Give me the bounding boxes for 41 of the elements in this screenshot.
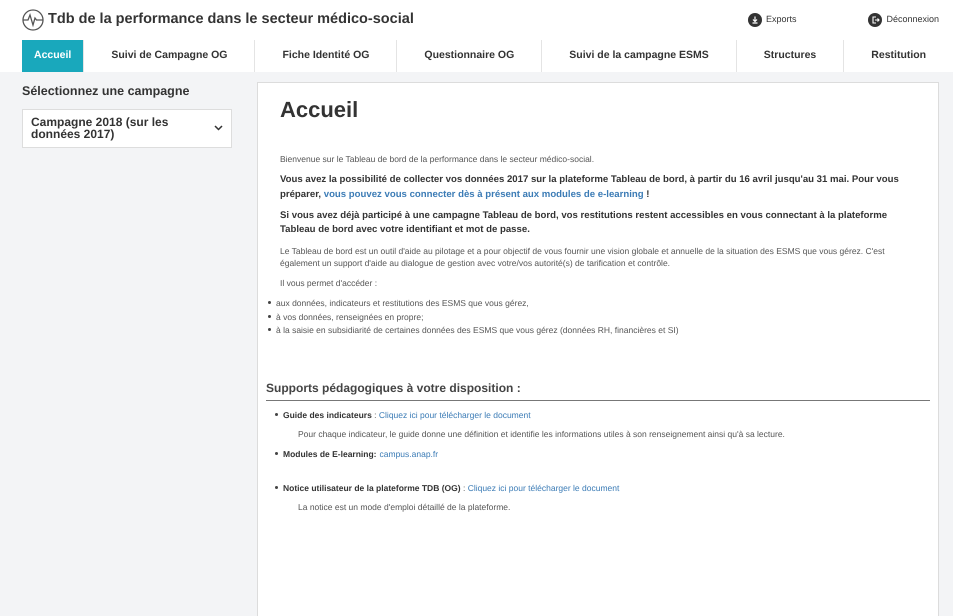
elearning-link[interactable]: vous pouvez vous connecter dès à présent aux modules de e-learning (324, 188, 644, 200)
resource-description: Pour chaque indicateur, le guide donne une définition et identifie les informations utiles à son renseignement ainsi qu'à sa lecture. (298, 428, 786, 441)
content-panel: Accueil Bienvenue sur le Tableau de bord de la performance dans le secteur médico-social. Vous avez la possibilité de collecter vos données 2017 sur la plateforme Tableau de bord, à partir du 16 avril jusqu'au 31 mai. Pour vous préparer, vous pouvez vous connecter dès à présent aux modules de e-learning ! Si vous avez déjà participé à une campagne Tableau de bord, vos restitutions restent accessibles en vous connectant à la plateforme Tableau de bord avec votre identifiant et mot de passe. Le Tableau de bord est un outil d'aide au pilotage et a pour objectif de vous fournir une vision globale et annuelle de la situation des ESMS que vous gérez. C'est également un support d'aide au dialogue de gestion avec votre/vos autorité(s) de tarification et contrôle. Il vous permet d'accéder : aux données, indicateurs et restitutions des ESMS que vous gérez, à vos données, renseignées en propre; à la saisie en subsidiarité de certaines données des ESMS que vous gérez (données RH, financières et SI) Supports pédagogiques à votre disposition : Guide des indicateurs : Cliquez ici pour télécharger le document Pour chaque indicateur, le guide donne une définition et identifie les informations utiles à son renseignement ainsi qu'à sa lecture. Modules de E-learning: campus.anap.fr Notice utilisateur de la plateforme TDB (OG) : Cliquez ici pour télécharger le document La notice est un mode d'emploi détaillé de la plateforme. (257, 82, 939, 616)
list-item-text: à vos données, renseignées en propre; (276, 310, 424, 324)
nav-tab[interactable]: Suivi de la campagne ESMS (542, 40, 737, 72)
bullet-icon (275, 413, 278, 416)
bullet-icon (268, 314, 271, 318)
resource-label: Modules de E-learning: (283, 448, 377, 460)
download-link[interactable]: campus.anap.fr (380, 448, 438, 460)
list-item-text: à la saisie en subsidiarité de certaines données des ESMS que vous gérez (données RH, financières et SI) (276, 324, 679, 338)
list-item-text: aux données, indicateurs et restitutions des ESMS que vous gérez, (276, 296, 529, 310)
bullet-icon (275, 452, 278, 455)
paragraph: Vous avez la possibilité de collecter vos données 2017 sur la plateforme Tableau de bord, à partir du 16 avril jusqu'au 31 mai. Pour vous préparer, vous pouvez vous connecter dès à présent aux modules de e-learning ! (280, 173, 900, 202)
page-heading: Accueil (280, 97, 360, 124)
heartbeat-logo-icon (22, 9, 44, 31)
nav-tab[interactable]: Fiche Identité OG (255, 40, 398, 72)
download-link[interactable]: Cliquez ici pour télécharger le document (468, 482, 620, 496)
paragraph: Bienvenue sur le Tableau de bord de la performance dans le secteur médico-social. (280, 153, 596, 166)
campaign-select[interactable]: Campagne 2018 (sur les données 2017) (22, 108, 232, 148)
paragraph: Si vous avez déjà participé à une campagne Tableau de bord, vos restitutions restent accessibles en vous connectant à la plateforme Tableau de bord avec votre identifiant et mot de passe. (280, 208, 888, 238)
paragraph: Le Tableau de bord est un outil d'aide au pilotage et a pour objectif de vous fournir une vision globale et annuelle de la situation des ESMS que vous gérez. C'est également un support d'aide au dialogue de gestion avec votre/vos autorité(s) de tarification et contrôle. (280, 244, 886, 270)
nav-tab[interactable]: Suivi de Campagne OG (84, 40, 256, 72)
bullet-icon (275, 486, 278, 490)
exports-button[interactable]: Exports (748, 13, 796, 27)
sidebar-label: Sélectionnez une campagne (22, 83, 190, 100)
nav-tab[interactable]: Restitution (844, 40, 938, 72)
bullet-icon (268, 300, 271, 304)
download-link[interactable]: Cliquez ici pour télécharger le document (378, 409, 531, 422)
resource-description: La notice est un mode d'emploi détaillé de la plateforme. (298, 501, 512, 514)
bullet-icon (268, 328, 271, 332)
resource-label: Notice utilisateur de la plateforme TDB (OG) (283, 482, 461, 496)
section-heading: Supports pédagogiques à votre disposition : (266, 379, 930, 402)
resource-label: Guide des indicateurs (283, 409, 372, 422)
logout-icon (868, 13, 882, 27)
download-icon (748, 13, 762, 27)
nav-tab[interactable]: Questionnaire OG (397, 40, 542, 72)
app-title: Tdb de la performance dans le secteur médico-social (48, 10, 414, 30)
nav-tab[interactable]: Structures (736, 40, 844, 72)
paragraph: Il vous permet d'accéder : (280, 277, 378, 290)
logout-button[interactable]: Déconnexion (868, 13, 939, 27)
chevron-down-icon (214, 125, 223, 132)
